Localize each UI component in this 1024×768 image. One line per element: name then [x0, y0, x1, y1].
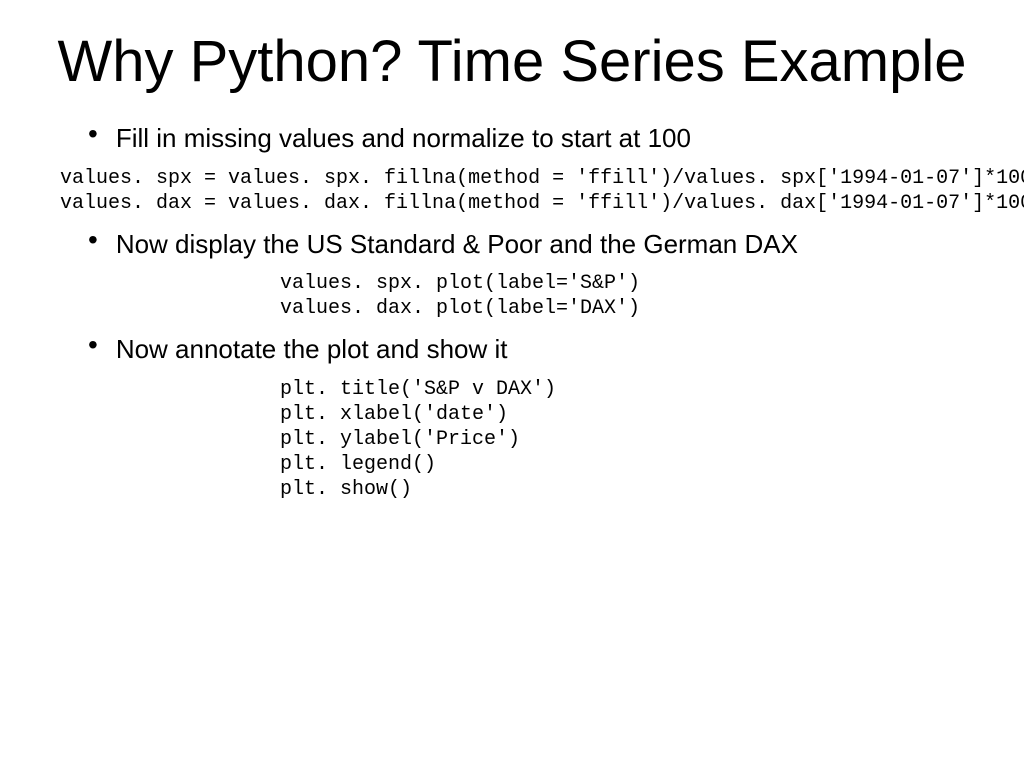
- bullet-text: Fill in missing values and normalize to …: [116, 122, 691, 156]
- code-annotate: plt. title('S&P v DAX') plt. xlabel('dat…: [280, 377, 984, 502]
- bullet-text: Now annotate the plot and show it: [116, 333, 508, 367]
- bullet-item: • Now display the US Standard & Poor and…: [88, 228, 984, 262]
- slide-title: Why Python? Time Series Example: [40, 30, 984, 94]
- bullet-item: • Fill in missing values and normalize t…: [88, 122, 984, 156]
- code-plot: values. spx. plot(label='S&P') values. d…: [280, 271, 984, 321]
- bullet-icon: •: [88, 226, 98, 254]
- bullet-text: Now display the US Standard & Poor and t…: [116, 228, 798, 262]
- bullet-item: • Now annotate the plot and show it: [88, 333, 984, 367]
- bullet-icon: •: [88, 331, 98, 359]
- bullet-icon: •: [88, 120, 98, 148]
- code-fillna: values. spx = values. spx. fillna(method…: [60, 166, 984, 216]
